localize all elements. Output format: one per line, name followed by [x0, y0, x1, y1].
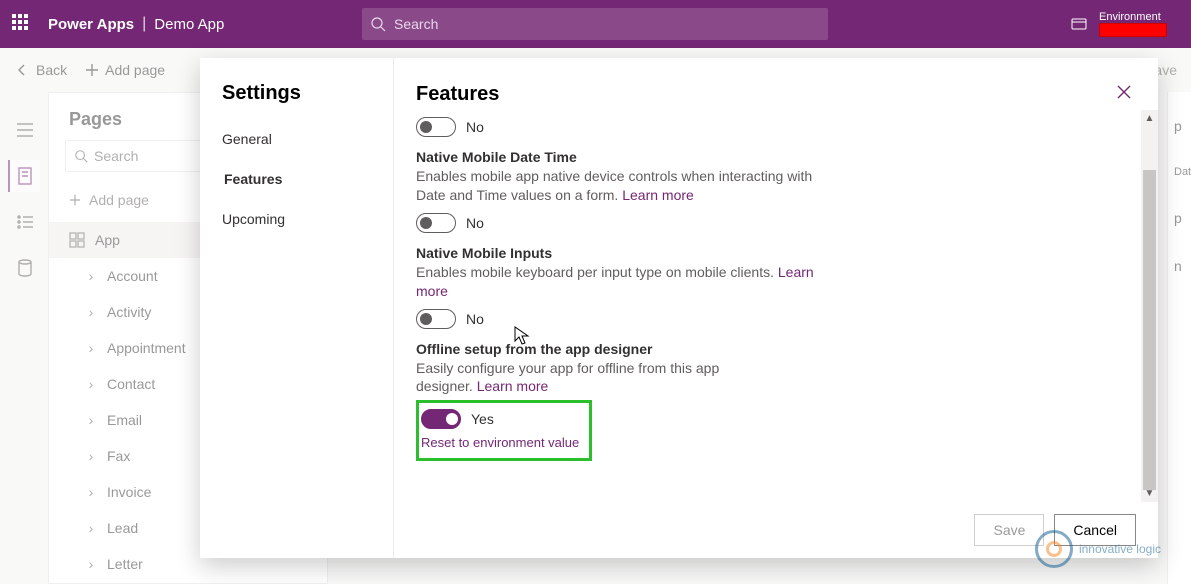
app-grid-icon [69, 232, 85, 248]
back-button[interactable]: Back [14, 62, 67, 78]
feature-offline-setup: Offline setup from the app designer Easi… [416, 341, 1136, 462]
brand-name: Power Apps [48, 16, 134, 33]
highlight-annotation: Yes Reset to environment value [416, 400, 592, 461]
app-name: Demo App [154, 16, 224, 33]
toggle-partial[interactable] [416, 117, 456, 137]
tree-label: Lead [107, 520, 138, 536]
close-button[interactable] [1112, 80, 1136, 109]
toggle-label: No [466, 311, 484, 327]
toggle-label: Yes [471, 411, 494, 427]
pages-add-page-label: Add page [89, 192, 149, 208]
brand-separator: | [142, 15, 146, 33]
settings-content: Features No Native Mobile Date Time Enab… [394, 58, 1158, 558]
rail-pages-icon[interactable] [8, 160, 40, 192]
rail-navigation-icon[interactable] [8, 206, 40, 238]
rail-data-icon[interactable] [8, 252, 40, 284]
chevron-right-icon: › [85, 304, 97, 320]
chevron-right-icon: › [85, 412, 97, 428]
toggle-native-datetime[interactable] [416, 213, 456, 233]
feature-title: Native Mobile Date Time [416, 149, 1136, 165]
tree-label: Activity [107, 304, 151, 320]
left-rail [0, 92, 48, 284]
learn-more-link[interactable]: Learn more [477, 378, 549, 394]
app-header: Power Apps | Demo App Search Environment [0, 0, 1191, 48]
global-search[interactable]: Search [362, 8, 828, 40]
chevron-right-icon: › [85, 268, 97, 284]
search-icon [74, 149, 88, 163]
environment-picker[interactable]: Environment [1069, 11, 1167, 37]
feature-title: Native Mobile Inputs [416, 245, 1136, 261]
pages-search-placeholder: Search [94, 148, 138, 164]
back-arrow-icon [14, 62, 30, 78]
scrollbar[interactable]: ▲ ▼ [1141, 110, 1158, 502]
plus-icon [69, 194, 81, 206]
feature-native-inputs: Native Mobile Inputs Enables mobile keyb… [416, 245, 1136, 329]
tree-app-label: App [95, 232, 120, 248]
feature-desc: Enables mobile app native device control… [416, 168, 812, 203]
save-button-label: Save [993, 522, 1025, 538]
rail-hamburger-icon[interactable] [8, 114, 40, 146]
chevron-right-icon: › [85, 520, 97, 536]
learn-more-link[interactable]: Learn more [622, 187, 694, 203]
nav-general[interactable]: General [200, 119, 393, 159]
add-page-button[interactable]: Add page [85, 62, 165, 78]
reset-environment-link[interactable]: Reset to environment value [421, 435, 579, 450]
environment-label: Environment [1099, 11, 1167, 23]
features-scroll[interactable]: No Native Mobile Date Time Enables mobil… [394, 117, 1158, 502]
feature-desc: Easily configure your app for offline fr… [416, 360, 719, 395]
toggle-label: No [466, 215, 484, 231]
nav-features[interactable]: Features [200, 159, 393, 199]
cursor-icon [514, 326, 530, 346]
chevron-right-icon: › [85, 340, 97, 356]
scroll-up-icon[interactable]: ▲ [1141, 110, 1158, 127]
feature-partial-toggle-row: No [416, 117, 1136, 137]
app-launcher-icon[interactable] [12, 14, 32, 34]
environment-name-redacted [1099, 23, 1167, 37]
features-heading: Features [416, 83, 499, 106]
feature-desc: Enables mobile keyboard per input type o… [416, 264, 778, 280]
chevron-right-icon: › [85, 448, 97, 464]
toggle-native-inputs[interactable] [416, 309, 456, 329]
nav-upcoming[interactable]: Upcoming [200, 199, 393, 239]
close-icon [1116, 84, 1132, 100]
settings-sidebar: Settings General Features Upcoming [200, 58, 394, 558]
toggle-partial-label: No [466, 119, 484, 135]
chevron-right-icon: › [85, 556, 97, 572]
back-label: Back [36, 62, 67, 78]
watermark-logo: innovative logic [1035, 530, 1161, 568]
plus-icon [85, 63, 99, 77]
tree-label: Invoice [107, 484, 151, 500]
tree-label: Email [107, 412, 142, 428]
save-button[interactable]: Save [974, 514, 1044, 546]
tree-label: Account [107, 268, 158, 284]
tree-label: Appointment [107, 340, 186, 356]
watermark-text: innovative logic [1079, 542, 1161, 556]
watermark-ring-icon [1035, 530, 1073, 568]
toggle-offline-setup[interactable] [421, 409, 461, 429]
right-panel-partial: p Data p n [1167, 92, 1191, 584]
tree-label: Contact [107, 376, 155, 392]
tree-label: Letter [107, 556, 143, 572]
search-icon [370, 16, 386, 32]
chevron-right-icon: › [85, 376, 97, 392]
search-placeholder: Search [394, 16, 438, 32]
scroll-thumb[interactable] [1143, 170, 1156, 490]
settings-title: Settings [200, 82, 393, 119]
add-page-label: Add page [105, 62, 165, 78]
feature-native-datetime: Native Mobile Date Time Enables mobile a… [416, 149, 1136, 233]
tree-label: Fax [107, 448, 130, 464]
scroll-down-icon[interactable]: ▼ [1141, 485, 1158, 502]
chevron-right-icon: › [85, 484, 97, 500]
settings-modal: Settings General Features Upcoming Featu… [200, 58, 1158, 558]
environment-icon [1069, 14, 1089, 34]
